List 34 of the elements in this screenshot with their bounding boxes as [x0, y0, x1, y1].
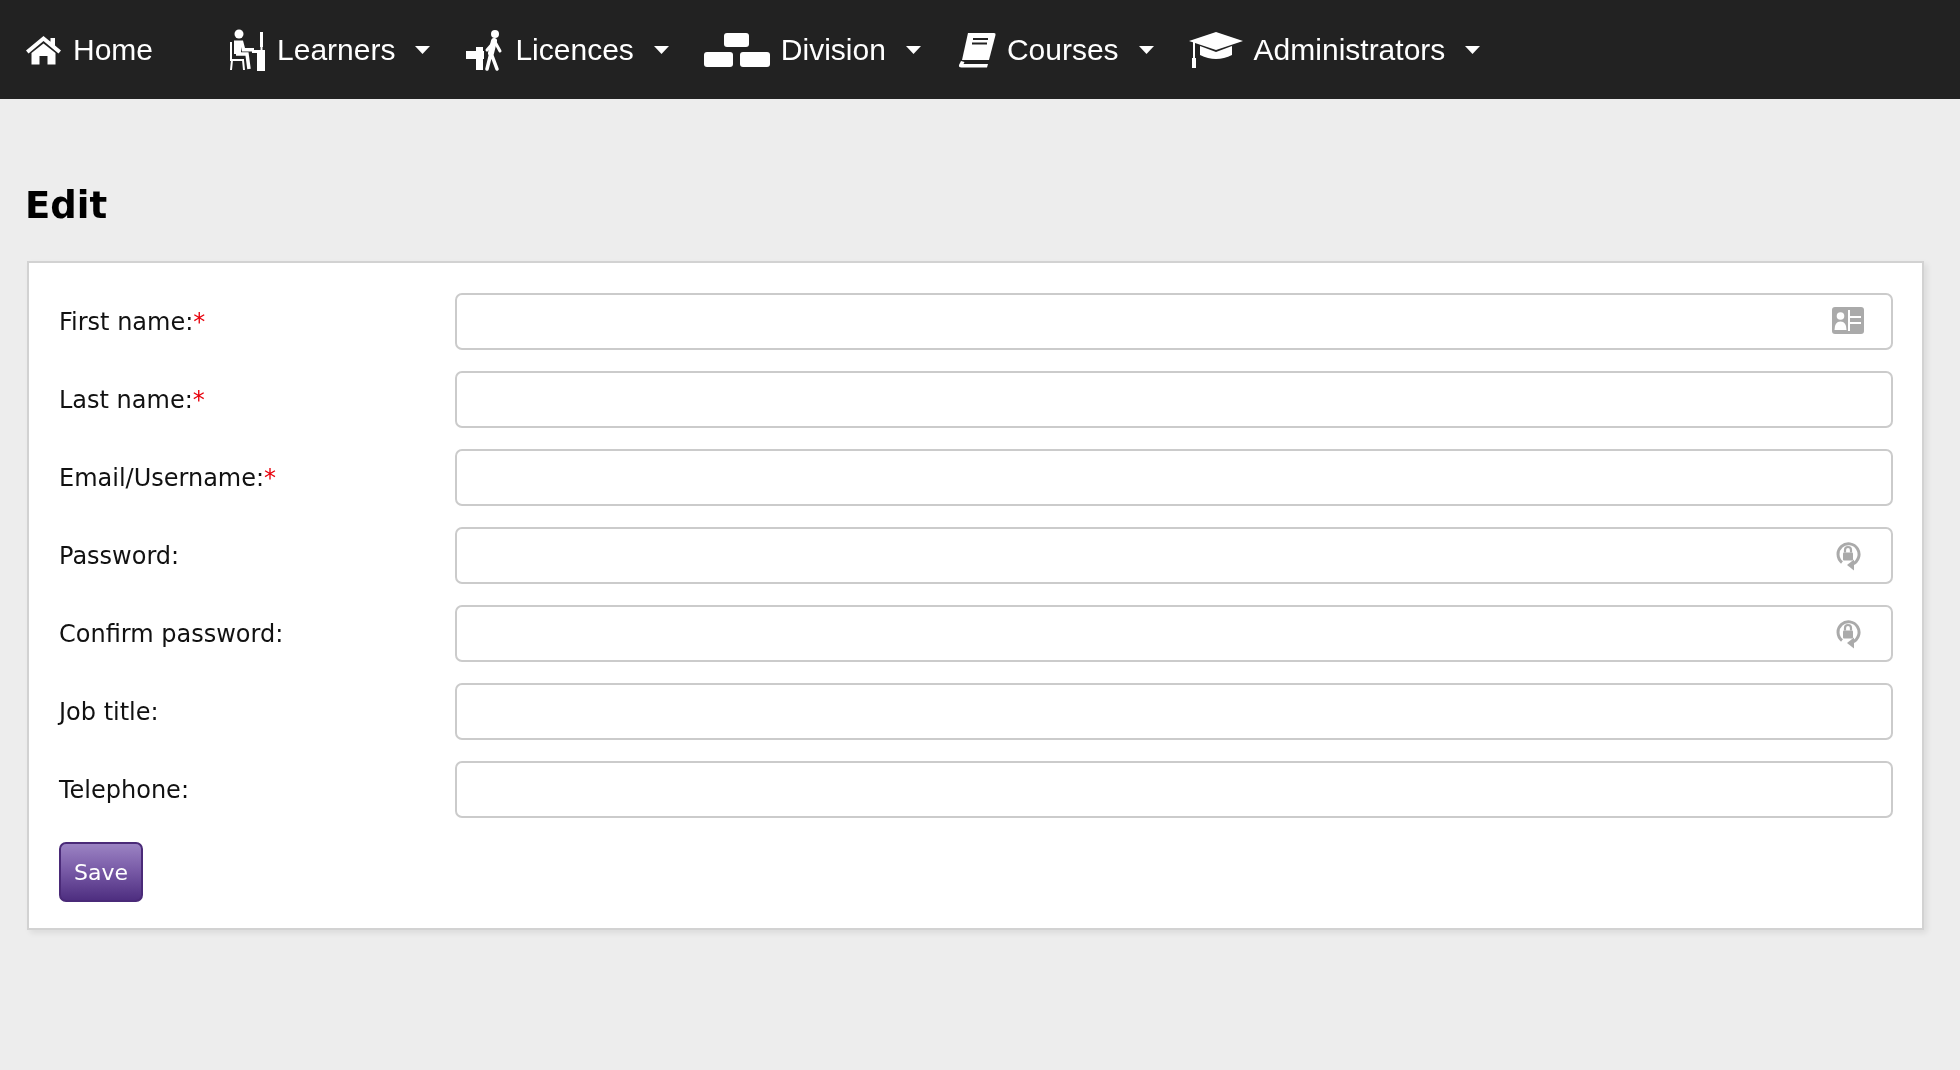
nav-item[interactable]: Licences: [465, 19, 669, 80]
caret-icon: [905, 45, 921, 54]
input-field[interactable]: [455, 761, 1893, 818]
input-field[interactable]: [455, 293, 1893, 350]
input-field[interactable]: [455, 683, 1893, 740]
field-label: First name:*: [59, 307, 206, 336]
field-label: Password:: [59, 541, 180, 570]
padlock-arrow-icon: [1835, 617, 1861, 650]
contact-card-icon: [1832, 307, 1864, 334]
home-icon: [25, 34, 62, 65]
nav-item[interactable]: Administrators: [1188, 19, 1481, 80]
caret-icon: [653, 45, 669, 54]
caret-icon: [1138, 45, 1154, 54]
padlock-arrow-icon: [1835, 539, 1861, 572]
caret-icon: [415, 45, 431, 54]
nav-item[interactable]: Home: [25, 19, 154, 80]
graduation-cap-icon: [1188, 31, 1243, 68]
field-label: Email/Username:*: [59, 463, 277, 492]
field-label: Confirm password:: [59, 619, 284, 648]
field-label: Telephone:: [59, 775, 189, 804]
field-label: Last name:*: [59, 385, 205, 414]
blocks-icon: [703, 32, 770, 67]
field-label: Job title:: [59, 697, 159, 726]
person-at-desk-icon: [228, 28, 267, 71]
nav-item[interactable]: Learners: [228, 19, 431, 80]
input-field[interactable]: [455, 449, 1893, 506]
input-field[interactable]: [455, 605, 1893, 662]
nav-item[interactable]: Courses: [955, 19, 1154, 80]
input-field[interactable]: [455, 527, 1893, 584]
page-title: Edit: [25, 184, 108, 228]
save-button[interactable]: Save: [59, 842, 143, 902]
caret-icon: [1465, 45, 1481, 54]
input-field[interactable]: [455, 371, 1893, 428]
nav-item[interactable]: Division: [703, 19, 921, 80]
